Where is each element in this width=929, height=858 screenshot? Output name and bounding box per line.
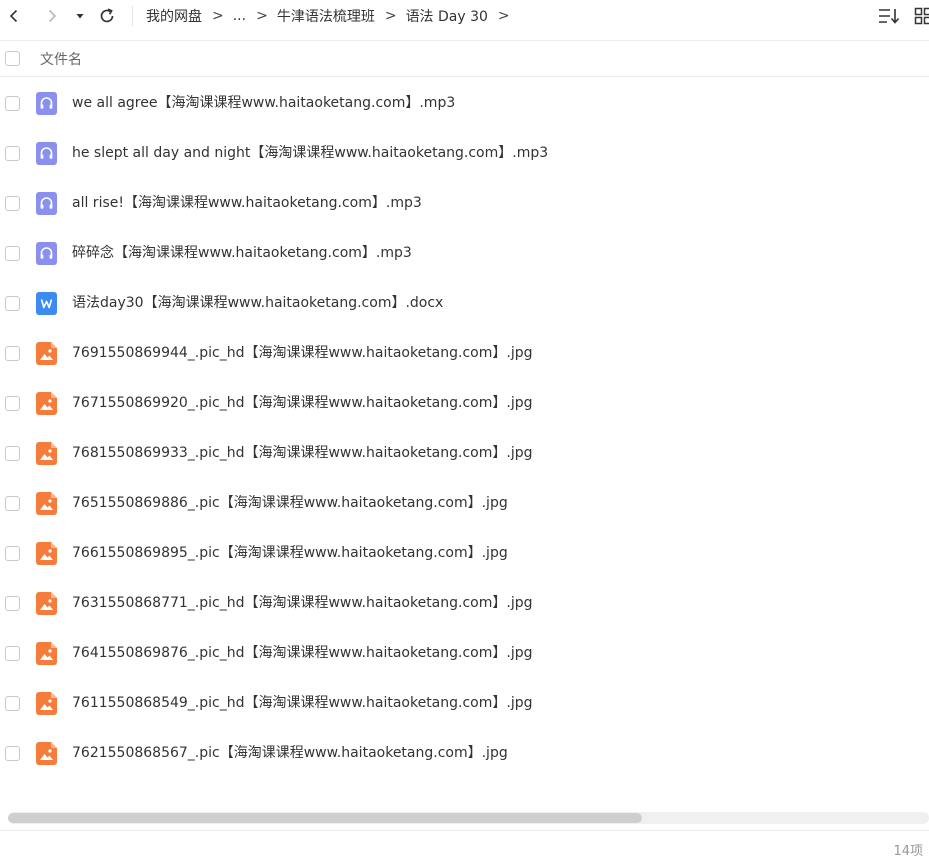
toolbar: 我的网盘 > ... > 牛津语法梳理班 > 语法 Day 30 > (0, 0, 929, 32)
image-file-icon (36, 542, 57, 565)
row-checkbox[interactable] (5, 346, 20, 361)
file-name[interactable]: 7681550869933_.pic_hd【海淘课课程www.haitaoket… (72, 444, 532, 462)
history-dropdown-button[interactable] (70, 4, 90, 28)
audio-file-icon (36, 192, 57, 215)
file-name[interactable]: 7641550869876_.pic_hd【海淘课课程www.haitaoket… (72, 644, 532, 662)
sort-icon (879, 9, 900, 24)
row-checkbox[interactable] (5, 546, 20, 561)
file-row-2[interactable]: he slept all day and night【海淘课课程www.hait… (0, 128, 929, 178)
audio-file-icon (36, 142, 57, 165)
row-checkbox[interactable] (5, 196, 20, 211)
file-row-14[interactable]: 7621550868567_.pic【海淘课课程www.haitaoketang… (0, 728, 929, 778)
file-row-4[interactable]: 碎碎念【海淘课课程www.haitaoketang.com】.mp3 (0, 228, 929, 278)
row-checkbox[interactable] (5, 496, 20, 511)
file-name[interactable]: 7671550869920_.pic_hd【海淘课课程www.haitaoket… (72, 394, 532, 412)
row-checkbox[interactable] (5, 96, 20, 111)
chevron-left-icon (9, 9, 18, 23)
breadcrumb-separator: > (212, 8, 224, 24)
file-name[interactable]: 7611550868549_.pic_hd【海淘课课程www.haitaoket… (72, 694, 532, 712)
file-row-6[interactable]: 7691550869944_.pic_hd【海淘课课程www.haitaoket… (0, 328, 929, 378)
breadcrumb-separator: > (497, 8, 510, 24)
row-checkbox[interactable] (5, 246, 20, 261)
chevron-right-icon (48, 9, 57, 23)
file-row-3[interactable]: all rise!【海淘课课程www.haitaoketang.com】.mp3 (0, 178, 929, 228)
row-checkbox[interactable] (5, 146, 20, 161)
grid-view-icon (914, 7, 929, 25)
row-checkbox[interactable] (5, 696, 20, 711)
item-count: 14项 (893, 844, 923, 858)
row-checkbox[interactable] (5, 746, 20, 761)
breadcrumb-item-current[interactable]: 语法 Day 30 (406, 6, 488, 26)
file-name[interactable]: all rise!【海淘课课程www.haitaoketang.com】.mp3 (72, 194, 422, 212)
sort-button[interactable] (878, 5, 900, 27)
row-checkbox[interactable] (5, 296, 20, 311)
image-file-icon (36, 442, 57, 465)
horizontal-scrollbar[interactable] (8, 812, 929, 824)
breadcrumb-item-course[interactable]: 牛津语法梳理班 (277, 6, 375, 26)
file-name[interactable]: 7651550869886_.pic【海淘课课程www.haitaoketang… (72, 494, 508, 512)
view-toggle-button[interactable] (912, 5, 929, 27)
file-row-5[interactable]: 语法day30【海淘课课程www.haitaoketang.com】.docx (0, 278, 929, 328)
file-row-8[interactable]: 7681550869933_.pic_hd【海淘课课程www.haitaoket… (0, 428, 929, 478)
status-divider (0, 830, 929, 831)
scrollbar-thumb[interactable] (8, 813, 642, 823)
file-name[interactable]: 碎碎念【海淘课课程www.haitaoketang.com】.mp3 (72, 244, 412, 262)
file-row-12[interactable]: 7641550869876_.pic_hd【海淘课课程www.haitaoket… (0, 628, 929, 678)
file-row-7[interactable]: 7671550869920_.pic_hd【海淘课课程www.haitaoket… (0, 378, 929, 428)
refresh-button[interactable] (95, 4, 119, 28)
file-row-11[interactable]: 7631550868771_.pic_hd【海淘课课程www.haitaoket… (0, 578, 929, 628)
image-file-icon (36, 492, 57, 515)
breadcrumb-separator: > (384, 8, 397, 24)
breadcrumb-item-root[interactable]: 我的网盘 (146, 6, 202, 26)
audio-file-icon (36, 242, 57, 265)
file-row-9[interactable]: 7651550869886_.pic【海淘课课程www.haitaoketang… (0, 478, 929, 528)
row-checkbox[interactable] (5, 396, 20, 411)
image-file-icon (36, 692, 57, 715)
list-header: 文件名 (0, 40, 929, 77)
file-browser-window: 我的网盘 > ... > 牛津语法梳理班 > 语法 Day 30 > 文件名 w… (0, 0, 929, 858)
file-name[interactable]: he slept all day and night【海淘课课程www.hait… (72, 144, 548, 162)
row-checkbox[interactable] (5, 646, 20, 661)
caret-down-icon (76, 14, 84, 19)
select-all-checkbox[interactable] (5, 51, 20, 66)
refresh-icon (100, 8, 114, 23)
forward-button[interactable] (40, 4, 64, 28)
breadcrumb-item-ellipsis[interactable]: ... (233, 8, 246, 24)
file-row-13[interactable]: 7611550868549_.pic_hd【海淘课课程www.haitaoket… (0, 678, 929, 728)
image-file-icon (36, 742, 57, 765)
file-name[interactable]: 7621550868567_.pic【海淘课课程www.haitaoketang… (72, 744, 508, 762)
breadcrumb: 我的网盘 > ... > 牛津语法梳理班 > 语法 Day 30 > (146, 0, 519, 32)
word-doc-icon (36, 292, 57, 315)
column-header-name[interactable]: 文件名 (40, 49, 82, 69)
image-file-icon (36, 342, 57, 365)
toolbar-divider (132, 6, 133, 26)
row-checkbox[interactable] (5, 596, 20, 611)
file-name[interactable]: we all agree【海淘课课程www.haitaoketang.com】.… (72, 94, 455, 112)
file-name[interactable]: 7661550869895_.pic【海淘课课程www.haitaoketang… (72, 544, 508, 562)
image-file-icon (36, 592, 57, 615)
file-name[interactable]: 语法day30【海淘课课程www.haitaoketang.com】.docx (72, 294, 443, 312)
back-button[interactable] (2, 4, 26, 28)
image-file-icon (36, 392, 57, 415)
file-row-10[interactable]: 7661550869895_.pic【海淘课课程www.haitaoketang… (0, 528, 929, 578)
file-name[interactable]: 7691550869944_.pic_hd【海淘课课程www.haitaoket… (72, 344, 532, 362)
file-name[interactable]: 7631550868771_.pic_hd【海淘课课程www.haitaoket… (72, 594, 532, 612)
file-row-1[interactable]: we all agree【海淘课课程www.haitaoketang.com】.… (0, 78, 929, 128)
image-file-icon (36, 642, 57, 665)
row-checkbox[interactable] (5, 446, 20, 461)
breadcrumb-separator: > (256, 8, 268, 24)
audio-file-icon (36, 92, 57, 115)
